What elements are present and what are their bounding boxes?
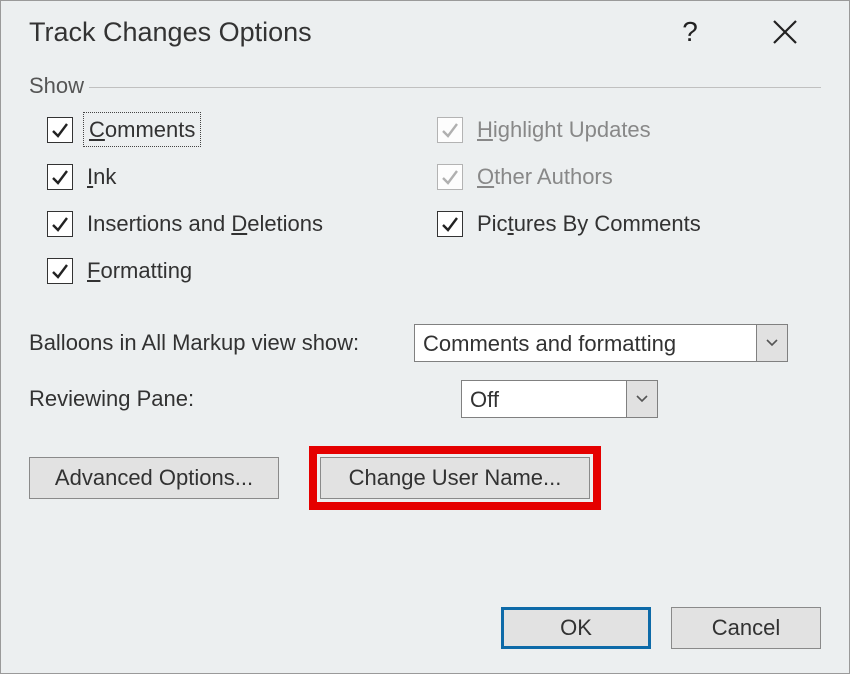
balloons-select[interactable]: Comments and formatting <box>414 324 788 362</box>
ok-button[interactable]: OK <box>501 607 651 649</box>
checkbox-other-authors <box>437 164 463 190</box>
dropdown-rows: Balloons in All Markup view show: Commen… <box>29 324 821 418</box>
advanced-options-button[interactable]: Advanced Options... <box>29 457 279 499</box>
dialog-title: Track Changes Options <box>29 17 665 48</box>
change-user-name-highlight: Change User Name... <box>309 446 601 510</box>
checkbox-label-pictures-by-comments[interactable]: Pictures By Comments <box>477 211 701 237</box>
option-buttons-row: Advanced Options... Change User Name... <box>29 446 821 510</box>
close-icon <box>772 19 798 45</box>
track-changes-options-dialog: Track Changes Options ? Show Comments Ink… <box>0 0 850 674</box>
check-icon <box>440 120 460 140</box>
checkbox-label-formatting[interactable]: Formatting <box>87 258 192 284</box>
checkbox-highlight-updates <box>437 117 463 143</box>
titlebar: Track Changes Options ? <box>1 1 849 63</box>
checkbox-row-insertions-deletions: Insertions and Deletions <box>47 211 377 237</box>
chevron-down-icon <box>636 395 648 403</box>
balloons-label: Balloons in All Markup view show: <box>29 330 414 356</box>
show-group-label: Show <box>29 73 821 99</box>
reviewing-pane-select-value: Off <box>462 381 626 417</box>
checkbox-formatting[interactable] <box>47 258 73 284</box>
check-icon <box>50 214 70 234</box>
checkbox-label-insertions-deletions[interactable]: Insertions and Deletions <box>87 211 323 237</box>
check-icon <box>50 120 70 140</box>
dialog-footer: OK Cancel <box>501 607 821 649</box>
balloons-select-button[interactable] <box>756 325 787 361</box>
check-icon <box>440 167 460 187</box>
reviewing-pane-select[interactable]: Off <box>461 380 658 418</box>
checkbox-row-highlight-updates: Highlight Updates <box>437 117 817 143</box>
checkbox-label-ink[interactable]: Ink <box>87 164 116 190</box>
checkbox-row-other-authors: Other Authors <box>437 164 817 190</box>
checkbox-row-comments: Comments <box>47 117 377 143</box>
reviewing-pane-select-button[interactable] <box>626 381 657 417</box>
change-user-name-button[interactable]: Change User Name... <box>320 457 590 499</box>
checkbox-label-other-authors: Other Authors <box>477 164 613 190</box>
checkbox-insertions-deletions[interactable] <box>47 211 73 237</box>
close-button[interactable] <box>745 12 825 52</box>
check-icon <box>50 167 70 187</box>
checkbox-row-ink: Ink <box>47 164 377 190</box>
cancel-button[interactable]: Cancel <box>671 607 821 649</box>
checkbox-pictures-by-comments[interactable] <box>437 211 463 237</box>
reviewing-pane-row: Reviewing Pane: Off <box>29 380 821 418</box>
checkbox-row-pictures-by-comments: Pictures By Comments <box>437 211 817 237</box>
checkbox-ink[interactable] <box>47 164 73 190</box>
help-button[interactable]: ? <box>665 16 715 48</box>
checkbox-label-highlight-updates: Highlight Updates <box>477 117 651 143</box>
balloons-select-value: Comments and formatting <box>415 325 756 361</box>
check-icon <box>440 214 460 234</box>
check-icon <box>50 261 70 281</box>
checkbox-label-comments[interactable]: Comments <box>87 117 197 143</box>
balloons-row: Balloons in All Markup view show: Commen… <box>29 324 821 362</box>
dialog-body: Show Comments Ink Insertions and Deletions… <box>1 63 849 510</box>
checkbox-comments[interactable] <box>47 117 73 143</box>
show-checkboxes: Comments Ink Insertions and Deletions Forma… <box>47 117 821 284</box>
reviewing-pane-label: Reviewing Pane: <box>29 386 414 412</box>
checkbox-row-formatting: Formatting <box>47 258 377 284</box>
chevron-down-icon <box>766 339 778 347</box>
